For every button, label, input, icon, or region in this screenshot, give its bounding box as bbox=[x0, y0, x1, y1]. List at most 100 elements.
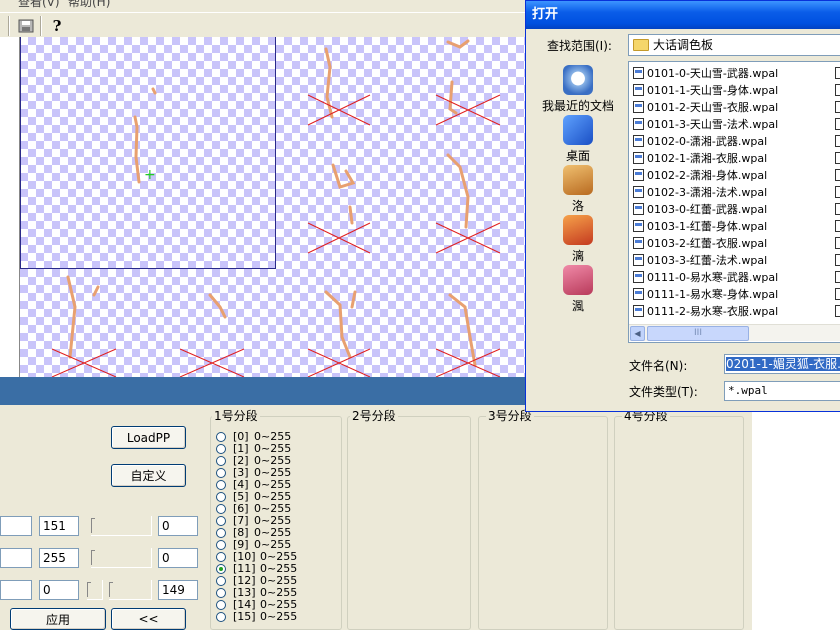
file-name: 0101-0-天山雪-武器.wpal bbox=[647, 67, 779, 80]
palette-file-icon[interactable] bbox=[835, 305, 840, 317]
palette-file-icon[interactable] bbox=[835, 135, 840, 147]
place-recent[interactable]: 我最近的文档 bbox=[532, 65, 624, 114]
file-name: 0102-3-潇湘-法术.wpal bbox=[647, 186, 768, 199]
radio-button[interactable] bbox=[216, 456, 226, 466]
palette-file-icon[interactable] bbox=[835, 101, 840, 113]
file-item[interactable]: 0102-1-潇湘-衣服.wpal bbox=[633, 150, 767, 167]
file-item[interactable]: 0111-1-易水寒-身体.wpal bbox=[633, 286, 778, 303]
radio-button[interactable] bbox=[216, 468, 226, 478]
file-item[interactable]: 0103-0-红蕾-武器.wpal bbox=[633, 201, 767, 218]
place-desktop[interactable]: 桌面 bbox=[532, 115, 624, 164]
file-list[interactable]: 0101-0-天山雪-武器.wpal 0101-1-天山雪-身体.wpal 0101… bbox=[628, 61, 840, 343]
file-item[interactable]: 0102-0-潇湘-武器.wpal bbox=[633, 133, 767, 150]
radio-button[interactable] bbox=[216, 528, 226, 538]
radio-button[interactable] bbox=[216, 540, 226, 550]
dialog-title[interactable]: 打开 bbox=[526, 1, 840, 29]
file-name: 0103-0-红蕾-武器.wpal bbox=[647, 203, 768, 216]
help-icon[interactable]: ? bbox=[47, 16, 67, 36]
file-item[interactable]: 0103-1-红蕾-身体.wpal bbox=[633, 218, 767, 235]
file-item[interactable]: 0111-0-易水寒-武器.wpal bbox=[633, 269, 778, 286]
radio-button[interactable] bbox=[216, 480, 226, 490]
palette-file-icon bbox=[633, 169, 644, 181]
filename-input[interactable]: 0201-1-媚灵狐-衣服. bbox=[724, 354, 840, 374]
radio-button[interactable] bbox=[216, 552, 226, 562]
value-field[interactable]: 0 bbox=[39, 580, 79, 600]
file-name: 0102-1-潇湘-衣服.wpal bbox=[647, 152, 768, 165]
file-name: 0111-2-易水寒-衣服.wpal bbox=[647, 305, 779, 318]
segment-index-label: [15] bbox=[233, 610, 256, 623]
value-field-left[interactable] bbox=[0, 580, 32, 600]
file-item[interactable]: 0101-3-天山雪-法术.wpal bbox=[633, 116, 778, 133]
apply-button[interactable]: 应用 bbox=[10, 608, 106, 630]
menu-help[interactable]: 帮助(H) bbox=[68, 0, 110, 9]
value-field[interactable]: 151 bbox=[39, 516, 79, 536]
file-item[interactable]: 0101-1-天山雪-身体.wpal bbox=[633, 82, 778, 99]
loadpp-button[interactable]: LoadPP bbox=[111, 426, 186, 449]
segment-group-title: 1号分段 bbox=[212, 409, 260, 423]
radio-button[interactable] bbox=[216, 504, 226, 514]
panel-white-area bbox=[752, 410, 840, 630]
palette-file-icon[interactable] bbox=[835, 288, 840, 300]
palette-file-icon[interactable] bbox=[835, 220, 840, 232]
place-label: 渢 bbox=[571, 299, 584, 313]
file-item[interactable]: 0102-2-潇湘-身体.wpal bbox=[633, 167, 767, 184]
place-label: 漓 bbox=[571, 249, 584, 263]
radio-button[interactable] bbox=[216, 432, 226, 442]
palette-file-icon bbox=[633, 135, 644, 147]
palette-file-icon[interactable] bbox=[835, 237, 840, 249]
filetype-select[interactable]: *.wpal bbox=[724, 381, 840, 401]
file-item[interactable]: 0103-3-红蕾-法术.wpal bbox=[633, 252, 767, 269]
radio-button[interactable] bbox=[216, 612, 226, 622]
radio-button[interactable] bbox=[216, 600, 226, 610]
place-feng[interactable]: 渢 bbox=[532, 265, 624, 314]
palette-file-icon[interactable] bbox=[835, 152, 840, 164]
palette-file-icon[interactable] bbox=[835, 84, 840, 96]
place-luo[interactable]: 洛 bbox=[532, 165, 624, 214]
file-name: 0101-1-天山雪-身体.wpal bbox=[647, 84, 779, 97]
place-li[interactable]: 漓 bbox=[532, 215, 624, 264]
sprite-canvas[interactable]: + bbox=[20, 37, 525, 377]
custom-button[interactable]: 自定义 bbox=[111, 464, 186, 487]
radio-button[interactable] bbox=[216, 564, 226, 574]
palette-file-icon[interactable] bbox=[835, 67, 840, 79]
radio-button[interactable] bbox=[216, 576, 226, 586]
file-item[interactable]: 0101-2-天山雪-衣服.wpal bbox=[633, 99, 778, 116]
slider[interactable] bbox=[91, 548, 152, 568]
value-field[interactable]: 255 bbox=[39, 548, 79, 568]
file-item[interactable]: 0101-0-天山雪-武器.wpal bbox=[633, 65, 778, 82]
palette-file-icon[interactable] bbox=[835, 186, 840, 198]
horizontal-scrollbar[interactable]: ◀ III bbox=[629, 324, 840, 341]
toolbar-separator bbox=[8, 16, 10, 36]
palette-file-icon[interactable] bbox=[835, 203, 840, 215]
scroll-left-icon[interactable]: ◀ bbox=[630, 326, 645, 341]
value-field-left[interactable] bbox=[0, 548, 32, 568]
save-icon[interactable] bbox=[16, 16, 36, 36]
place-label: 我最近的文档 bbox=[541, 99, 614, 113]
look-in-combo[interactable]: 大话调色板 bbox=[628, 34, 840, 56]
slider[interactable] bbox=[91, 516, 152, 536]
palette-file-icon[interactable] bbox=[835, 169, 840, 181]
scroll-thumb[interactable]: III bbox=[647, 326, 749, 341]
palette-file-icon[interactable] bbox=[835, 118, 840, 130]
radio-button[interactable] bbox=[216, 516, 226, 526]
file-item[interactable]: 0111-2-易水寒-衣服.wpal bbox=[633, 303, 778, 320]
file-name: 0103-2-红蕾-衣服.wpal bbox=[647, 237, 768, 250]
toolbar-separator bbox=[40, 16, 42, 36]
value-field[interactable]: 0 bbox=[158, 548, 198, 568]
palette-file-icon[interactable] bbox=[835, 271, 840, 283]
palette-file-icon bbox=[633, 67, 644, 79]
menu-view[interactable]: 查看(V) bbox=[18, 0, 60, 9]
back-button[interactable]: << bbox=[111, 608, 186, 630]
file-item[interactable]: 0102-3-潇湘-法术.wpal bbox=[633, 184, 767, 201]
slider[interactable] bbox=[87, 580, 103, 600]
file-item[interactable]: 0103-2-红蕾-衣服.wpal bbox=[633, 235, 767, 252]
value-field-left[interactable] bbox=[0, 516, 32, 536]
radio-button[interactable] bbox=[216, 588, 226, 598]
value-field[interactable]: 0 bbox=[158, 516, 198, 536]
slider[interactable] bbox=[109, 580, 152, 600]
radio-button[interactable] bbox=[216, 492, 226, 502]
radio-button[interactable] bbox=[216, 444, 226, 454]
palette-file-icon[interactable] bbox=[835, 254, 840, 266]
value-field[interactable]: 149 bbox=[158, 580, 198, 600]
palette-file-icon bbox=[633, 118, 644, 130]
